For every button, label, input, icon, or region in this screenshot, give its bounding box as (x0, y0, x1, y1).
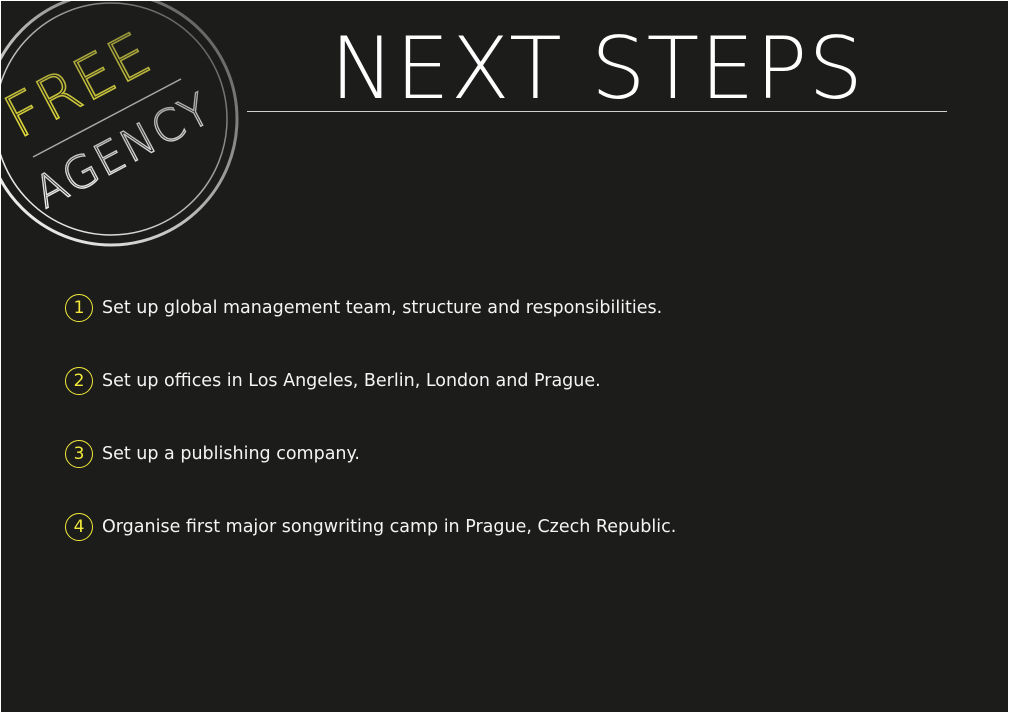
step-number-badge: 2 (65, 367, 93, 395)
step-text: Organise first major songwriting camp in… (102, 517, 677, 537)
step-text: Set up global management team, structure… (102, 298, 663, 318)
page-title: NEXT STEPS (330, 19, 864, 119)
step-number-badge: 4 (65, 513, 93, 541)
step-text: Set up a publishing company. (102, 444, 360, 464)
step-item: 4 Organise first major songwriting camp … (65, 510, 965, 544)
step-item: 2 Set up offices in Los Angeles, Berlin,… (65, 364, 965, 398)
free-agency-logo: FREE AGENCY (1, 1, 239, 247)
step-item: 1 Set up global management team, structu… (65, 291, 965, 325)
step-text: Set up offices in Los Angeles, Berlin, L… (102, 371, 601, 391)
step-number-badge: 1 (65, 294, 93, 322)
steps-list: 1 Set up global management team, structu… (65, 291, 965, 583)
slide: FREE AGENCY NEXT STEPS 1 Set up global m… (1, 1, 1008, 712)
step-item: 3 Set up a publishing company. (65, 437, 965, 471)
title-divider (247, 111, 947, 112)
step-number-badge: 3 (65, 440, 93, 468)
